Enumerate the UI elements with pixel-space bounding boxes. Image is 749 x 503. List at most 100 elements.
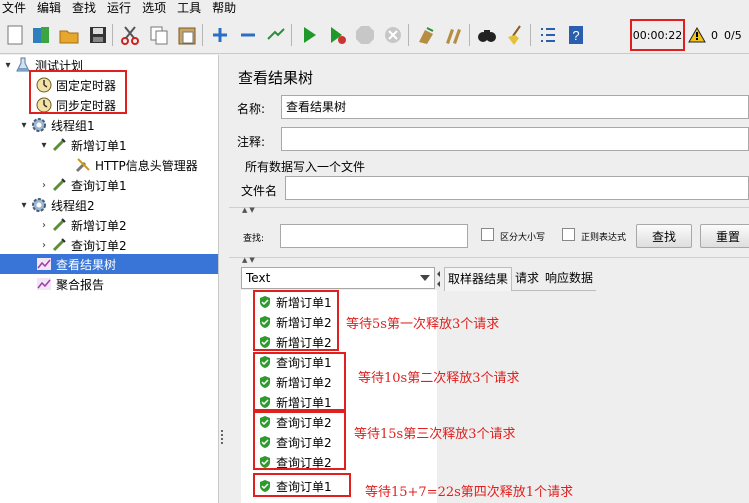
- tree-label: 线程组2: [51, 198, 95, 213]
- collapse-arrows-icon[interactable]: ▲▼: [242, 206, 257, 214]
- tree-node-thread-group-1[interactable]: ▾ 线程组1: [18, 115, 95, 135]
- search-icon[interactable]: [475, 23, 499, 47]
- save-icon[interactable]: [86, 23, 110, 47]
- toggle-icon[interactable]: [264, 23, 288, 47]
- menu-run[interactable]: 运行: [105, 0, 140, 16]
- pipette-icon: [50, 136, 68, 154]
- collapse-arrow-icon[interactable]: ▾: [18, 120, 30, 131]
- file-group-title: 所有数据写入一个文件: [245, 160, 366, 174]
- case-sensitive-label: 区分大小写: [500, 233, 546, 243]
- wrench-icon: [74, 156, 92, 174]
- comment-label: 注释:: [237, 135, 266, 149]
- stop-icon[interactable]: [353, 23, 377, 47]
- annotation-batch-1: 等待5s第一次释放3个请求: [346, 317, 500, 332]
- panel-title: 查看结果树: [238, 69, 314, 87]
- filename-input[interactable]: [285, 176, 749, 200]
- menu-file[interactable]: 文件: [0, 0, 35, 16]
- tree-node-http-header-manager[interactable]: HTTP信息头管理器: [74, 155, 198, 175]
- cut-icon[interactable]: [118, 23, 142, 47]
- menu-search[interactable]: 查找: [70, 0, 105, 16]
- annotation-batch-4: 等待15+7=22s第四次释放1个请求: [365, 485, 574, 500]
- add-icon[interactable]: [208, 23, 232, 47]
- tree-label: 查看结果树: [56, 257, 117, 272]
- menu-help[interactable]: 帮助: [210, 0, 245, 16]
- paste-icon[interactable]: [175, 23, 199, 47]
- pipette-icon: [50, 236, 68, 254]
- menu-bar: 文件 编辑 查找 运行 选项 工具 帮助: [0, 0, 749, 16]
- gear-icon: [30, 116, 48, 134]
- templates-icon[interactable]: [29, 23, 53, 47]
- batch-4-highlight-box: [253, 473, 351, 497]
- search-input[interactable]: [280, 224, 468, 248]
- find-button[interactable]: 查找: [636, 224, 692, 248]
- tree-label: 线程组1: [51, 118, 95, 133]
- tree-node-query-order-2[interactable]: › 查询订单2: [38, 235, 127, 255]
- collapse-arrows-icon[interactable]: ▲▼: [242, 256, 257, 264]
- shutdown-icon[interactable]: [381, 23, 405, 47]
- chart-icon: [35, 255, 53, 273]
- elapsed-timer: 00:00:22: [630, 19, 685, 51]
- tree-node-aggregate-report[interactable]: 聚合报告: [35, 274, 104, 294]
- menu-edit[interactable]: 编辑: [35, 0, 70, 16]
- pipette-icon: [50, 176, 68, 194]
- open-folder-icon[interactable]: [57, 23, 81, 47]
- comment-input[interactable]: [281, 127, 749, 151]
- collapse-arrow-icon[interactable]: ▾: [18, 200, 30, 211]
- tab-request[interactable]: 请求: [512, 267, 543, 291]
- help-icon[interactable]: ?: [564, 23, 588, 47]
- tree-label: HTTP信息头管理器: [95, 158, 198, 173]
- svg-text:?: ?: [572, 28, 579, 43]
- divider: [229, 207, 749, 208]
- gear-icon: [30, 196, 48, 214]
- warning-icon[interactable]: [688, 26, 706, 46]
- tree-label: 查询订单1: [71, 178, 127, 193]
- pipette-icon: [50, 216, 68, 234]
- annotation-batch-2: 等待10s第二次释放3个请求: [358, 371, 520, 386]
- start-no-pause-icon[interactable]: [325, 23, 349, 47]
- clear-all-icon[interactable]: [442, 23, 466, 47]
- expand-arrow-icon[interactable]: ›: [38, 220, 50, 231]
- function-list-icon[interactable]: [536, 23, 560, 47]
- tree-node-view-results-tree[interactable]: 查看结果树: [0, 254, 218, 274]
- filename-label: 文件名: [241, 184, 278, 198]
- timer-highlight-box: [29, 70, 127, 114]
- remove-icon[interactable]: [236, 23, 260, 47]
- tree-node-query-order-1[interactable]: › 查询订单1: [38, 175, 127, 195]
- batch-1-highlight-box: [253, 290, 339, 351]
- new-file-icon[interactable]: [3, 23, 27, 47]
- reset-button[interactable]: 重置: [700, 224, 749, 248]
- search-label: 查找:: [243, 234, 265, 244]
- name-input[interactable]: 查看结果树: [281, 95, 749, 119]
- batch-3-highlight-box: [253, 411, 346, 470]
- tree-label: 查询订单2: [71, 238, 127, 253]
- result-tabs: 取样器结果 请求 响应数据: [444, 267, 597, 291]
- tree-node-add-order-1[interactable]: ▾ 新增订单1: [38, 135, 127, 155]
- splitter-grip[interactable]: [221, 430, 224, 444]
- collapse-arrow-icon[interactable]: ▾: [38, 140, 50, 151]
- copy-icon[interactable]: [147, 23, 171, 47]
- case-sensitive-checkbox[interactable]: [481, 228, 494, 241]
- expand-arrow-icon[interactable]: ›: [38, 240, 50, 251]
- tree-label: 新增订单1: [71, 138, 127, 153]
- menu-tools[interactable]: 工具: [175, 0, 210, 16]
- name-label: 名称:: [237, 102, 266, 116]
- divider: [229, 257, 749, 258]
- clear-icon[interactable]: [414, 23, 438, 47]
- batch-2-highlight-box: [253, 352, 346, 411]
- expand-arrow-icon[interactable]: ›: [38, 180, 50, 191]
- tree-label: 新增订单2: [71, 218, 127, 233]
- regex-checkbox[interactable]: [562, 228, 575, 241]
- menu-options[interactable]: 选项: [140, 0, 175, 16]
- tree-label: 聚合报告: [56, 277, 105, 292]
- collapse-arrow-icon[interactable]: ▾: [2, 60, 14, 71]
- tab-sampler-result[interactable]: 取样器结果: [444, 267, 513, 291]
- broom-icon[interactable]: [503, 23, 527, 47]
- tree-node-add-order-2[interactable]: › 新增订单2: [38, 215, 127, 235]
- renderer-select[interactable]: Text: [241, 267, 435, 289]
- annotation-batch-3: 等待15s第三次释放3个请求: [354, 427, 516, 442]
- chart-icon: [35, 275, 53, 293]
- tab-response-data[interactable]: 响应数据: [542, 267, 597, 291]
- start-icon[interactable]: [297, 23, 321, 47]
- regex-label: 正则表达式: [581, 233, 627, 243]
- tree-node-thread-group-2[interactable]: ▾ 线程组2: [18, 195, 95, 215]
